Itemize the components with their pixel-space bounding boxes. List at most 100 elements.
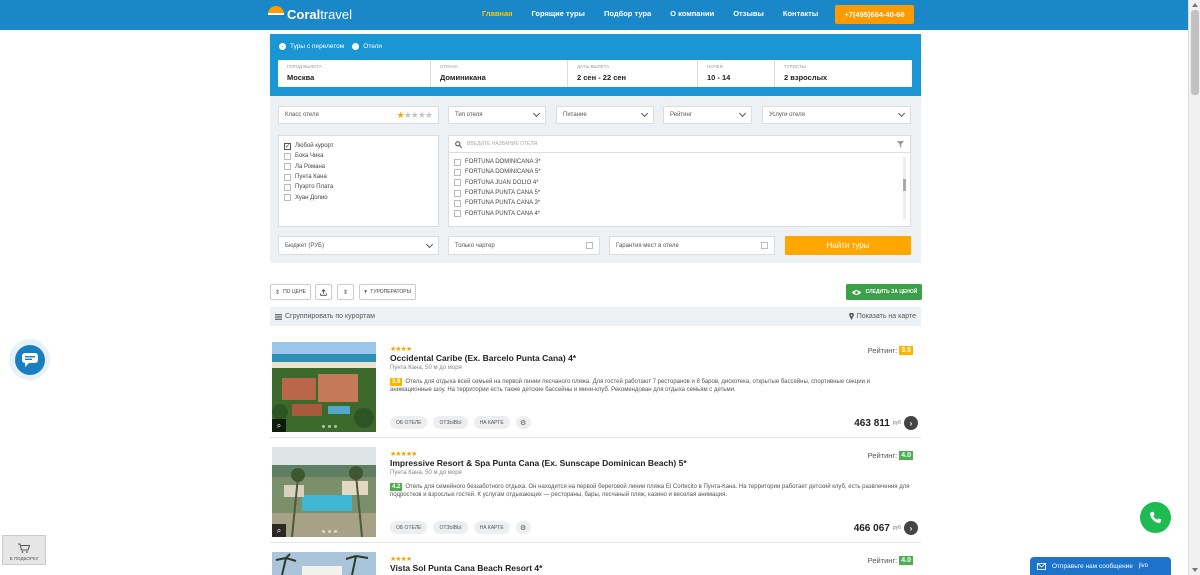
price-currency: руб [892,525,901,531]
services-select[interactable]: Услуги отеля [762,106,911,124]
hotel-option[interactable]: FORTUNA PUNTA CANA 4* [454,208,905,218]
reviews-button[interactable]: ОТЗЫВЫ [433,521,468,534]
nav-about[interactable]: О компании [670,9,714,18]
find-tours-button[interactable]: Найти туры [785,236,911,255]
hotel-option[interactable]: FORTUNA PUNTA CANA 3* [454,198,905,208]
hotel-name[interactable]: Occidental Caribe (Ex. Barcelo Punta Can… [390,353,576,363]
checkbox-icon[interactable] [284,183,291,191]
scroll-up-icon[interactable] [1192,3,1198,7]
meals-select[interactable]: Питание [556,106,654,124]
hotel-card: ⌕ ★★★★★ Impressive Resort & Spa Punta Ca… [270,445,921,543]
zoom-icon[interactable]: ⌕ [272,524,286,537]
about-hotel-button[interactable]: ОБ ОТЕЛЕ [390,416,428,429]
scroll-down-icon[interactable] [1192,568,1198,572]
hotel-price[interactable]: 463 811 руб › [854,416,918,430]
checkbox-icon[interactable] [284,194,291,202]
hotel-option[interactable]: FORTUNA JUAN DOLIO 4* [454,178,905,188]
hotel-search[interactable]: ВВЕДИТЕ НАЗВАНИЕ ОТЕЛЯ [449,136,910,153]
checkbox-icon[interactable] [454,210,461,218]
nav-contacts[interactable]: Контакты [783,9,818,18]
hotel-photo[interactable] [272,552,376,575]
rating-select[interactable]: Рейтинг [663,106,752,124]
checkbox-icon[interactable] [454,168,461,176]
resort-option[interactable]: Ла Романа [284,162,433,172]
show-on-map-link[interactable]: Показать на карте [848,313,916,320]
radio-hotels[interactable]: Отели [352,43,382,50]
hotel-list-scrollbar[interactable] [903,157,906,219]
hotel-option[interactable]: FORTUNA DOMINICANA 5* [454,167,905,177]
tour-search-panel: Туры с перелетом Отели Город вылета Моск… [270,34,921,96]
hotel-search-input[interactable]: ВВЕДИТЕ НАЗВАНИЕ ОТЕЛЯ [467,141,537,147]
sort-by-price-button[interactable]: ⇕ ПО ЦЕНЕ [270,284,311,300]
follow-price-button[interactable]: СЛЕДИТЬ ЗА ЦЕНОЙ [846,284,922,300]
about-hotel-button[interactable]: ОБ ОТЕЛЕ [390,521,428,534]
hotel-class-filter[interactable]: Класс отеля ★★★★★ [278,106,439,124]
search-type-radios: Туры с перелетом Отели [279,43,382,50]
departure-city-field[interactable]: Город вылета Москва [278,60,431,87]
on-map-button[interactable]: НА КАРТЕ [473,416,510,429]
tourists-field[interactable]: Туристы 2 взрослых [775,60,912,87]
nights-field[interactable]: Ночей 10 - 14 [698,60,775,87]
hotel-description: 3.9 Отель для отдыха всей семьей на перво… [390,378,910,395]
reviews-button[interactable]: ОТЗЫВЫ [433,416,468,429]
radio-tours-with-flight[interactable]: Туры с перелетом [279,43,344,50]
checkbox-icon[interactable] [454,199,461,207]
resort-option[interactable]: Пуэрто Плата [284,182,433,192]
hotel-name[interactable]: Impressive Resort & Spa Punta Cana (Ex. … [390,458,687,468]
tour-operators-button[interactable]: ТУРОПЕРАТОРЫ [359,284,416,300]
jivo-message-bar[interactable]: Отправьте нам сообщение jivo [1030,557,1171,575]
nav-tour-search[interactable]: Подбор тура [604,9,651,18]
hotel-photo[interactable]: ⌕ [272,342,376,432]
nav-home[interactable]: Главная [482,9,513,18]
checkbox-icon[interactable] [284,163,291,171]
settings-gear-icon[interactable]: ⚙ [515,521,531,534]
checkbox-checked-icon[interactable]: ✓ [284,142,291,150]
checkbox-icon[interactable] [586,242,593,249]
resort-option[interactable]: Бока Чика [284,151,433,161]
filter-icon[interactable] [897,140,904,148]
hotel-option[interactable]: FORTUNA DOMINICANA 3* [454,157,905,167]
country-field[interactable]: Страна Доминикана [431,60,568,87]
chat-widget-button[interactable] [9,339,50,380]
settings-gear-icon[interactable]: ⚙ [515,416,531,429]
hotel-type-select[interactable]: Тип отеля [448,106,546,124]
chevron-right-icon[interactable]: › [904,416,918,430]
coraltravel-logo[interactable]: Coral travel [268,5,352,23]
carousel-dots[interactable] [322,425,337,428]
dates-field[interactable]: Даты вылета 2 сен - 22 сен [568,60,698,87]
checkbox-icon[interactable] [284,152,291,160]
carousel-dots[interactable] [322,530,337,533]
star-rating-icon[interactable]: ★★★★★ [397,110,433,121]
hotel-photo[interactable]: ⌕ [272,447,376,537]
hotel-name[interactable]: Vista Sol Punta Cana Beach Resort 4* [390,563,542,573]
sort-toggle-button[interactable]: ⇕ [337,284,354,300]
nav-hot-tours[interactable]: Горящие туры [532,9,585,18]
checkbox-icon[interactable] [454,179,461,187]
hotel-price[interactable]: 466 067 руб › [854,521,918,535]
checkbox-icon[interactable] [284,173,291,181]
page-scrollbar[interactable] [1188,0,1200,575]
budget-select[interactable]: Бюджет (РУБ) [278,236,439,255]
checkbox-icon[interactable] [454,158,461,166]
selection-widget[interactable]: В ПОДБОРКУ [2,535,46,565]
phone-button[interactable]: +7(495)664-40-66 [835,5,914,24]
call-button[interactable] [1140,502,1171,533]
guarantee-toggle[interactable]: Гарантия мест в отеле [609,236,775,255]
nav-reviews[interactable]: Отзывы [733,9,764,18]
hotel-option[interactable]: FORTUNA PUNTA CANA 5* [454,188,905,198]
charter-only-toggle[interactable]: Только чартер [448,236,600,255]
chevron-right-icon[interactable]: › [904,521,918,535]
resort-label: Любой курорт [295,143,334,150]
checkbox-icon[interactable] [761,242,768,249]
on-map-button[interactable]: НА КАРТЕ [473,521,510,534]
group-by-resorts[interactable]: Сгруппировать по курортам [275,313,375,320]
resort-option[interactable]: Пунта Кана [284,172,433,182]
resort-option[interactable]: Хуан Долио [284,192,433,202]
resort-option[interactable]: ✓ Любой курорт [284,141,433,151]
checkbox-icon[interactable] [454,189,461,197]
zoom-icon[interactable]: ⌕ [272,419,286,432]
resort-label: Пуэрто Плата [295,184,334,191]
scroll-thumb[interactable] [1191,10,1199,95]
button-label: ТУРОПЕРАТОРЫ [370,289,411,295]
share-button[interactable] [315,284,332,300]
